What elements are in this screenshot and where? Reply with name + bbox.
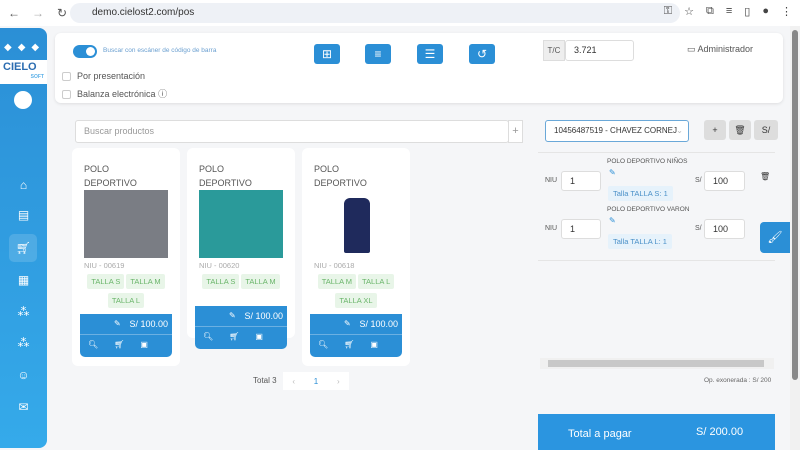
profile-icon[interactable]: ● bbox=[762, 5, 769, 18]
product-price: S/ 100.00 bbox=[244, 311, 283, 321]
size-tag[interactable]: TALLA M bbox=[241, 274, 280, 289]
price-box: ✎ S/ 100.00 🔍︎ 🛒︎ ▣ bbox=[195, 306, 287, 349]
bell-icons[interactable]: ◆◆◆ bbox=[4, 42, 45, 53]
image-icon[interactable]: ▣ bbox=[255, 332, 263, 341]
document-icon[interactable]: ▤ bbox=[0, 208, 47, 222]
refresh-button[interactable]: ↺ bbox=[469, 44, 495, 64]
variant-chip: Talla TALLA L: 1 bbox=[608, 234, 672, 249]
window-scrollbar[interactable] bbox=[790, 26, 800, 450]
product-price: S/ 100.00 bbox=[129, 319, 168, 329]
cart-add-icon[interactable]: 🛒︎ bbox=[229, 332, 239, 341]
key-icon[interactable]: ⚿ bbox=[664, 5, 672, 18]
product-search-input[interactable]: Buscar productos bbox=[75, 120, 509, 143]
search-icon[interactable]: 🔍︎ bbox=[88, 340, 98, 349]
search-icon[interactable]: 🔍︎ bbox=[203, 332, 213, 341]
cart-icon[interactable]: 🛒︎ bbox=[0, 241, 47, 255]
quantity-input[interactable]: 1 bbox=[561, 171, 601, 191]
product-code: NIU - 00619 bbox=[84, 261, 125, 270]
tc-label: T/C bbox=[543, 40, 565, 61]
image-icon[interactable]: ▣ bbox=[370, 340, 378, 349]
size-tag[interactable]: TALLA L bbox=[358, 274, 395, 289]
product-card[interactable]: POLO DEPORTIVO NIÑOS NIU - 00620 TALLA S… bbox=[187, 148, 295, 349]
cart-add-icon[interactable]: 🛒︎ bbox=[344, 340, 354, 349]
image-icon[interactable]: ▣ bbox=[140, 340, 148, 349]
id-card-icon: ▭ bbox=[687, 44, 696, 54]
list-view-button[interactable]: ≡ bbox=[365, 44, 391, 64]
product-price: S/ 100.00 bbox=[359, 319, 398, 329]
variant-chip: Talla TALLA S: 1 bbox=[608, 186, 673, 201]
horizontal-scrollbar[interactable] bbox=[540, 358, 774, 369]
edit-price-icon[interactable]: ✎ bbox=[344, 319, 351, 328]
product-card[interactable]: POLO DEPORTIVO MUJER NIU - 00619 TALLA S… bbox=[72, 148, 180, 366]
logo: CIELO SOFT bbox=[0, 60, 47, 84]
store-icon[interactable]: ⌂ bbox=[0, 178, 47, 192]
total-bar[interactable]: Total a pagar S/ 200.00 bbox=[538, 414, 775, 450]
price-box: ✎ S/ 100.00 🔍︎ 🛒︎ ▣ bbox=[80, 314, 172, 357]
size-tag[interactable]: TALLA L bbox=[107, 293, 145, 308]
browser-toolbar: ← → ↻ demo.cielost2.com/pos ⚿ ☆ ⧉ ≡ ▯ ● ⋮ bbox=[0, 0, 800, 26]
customer-select[interactable]: 10456487519 - CHAVEZ CORNEJ ⌄ bbox=[545, 120, 689, 142]
item-name: POLO DEPORTIVO NIÑOS bbox=[607, 158, 688, 165]
edit-price-icon[interactable]: ✎ bbox=[114, 319, 121, 328]
product-image bbox=[84, 190, 168, 258]
edit-icon[interactable]: ✎ bbox=[609, 168, 616, 177]
size-tag[interactable]: TALLA M bbox=[126, 274, 165, 289]
extensions-icon[interactable]: ⧉ bbox=[706, 5, 714, 18]
pagination-total: Total 3 bbox=[253, 376, 277, 385]
scanner-label: Buscar con escáner de código de barra bbox=[103, 47, 217, 54]
delete-button[interactable]: 🗑︎ bbox=[729, 120, 751, 140]
price-box: ✎ S/ 100.00 🔍︎ 🛒︎ ▣ bbox=[310, 314, 402, 357]
search-icon[interactable]: 🔍︎ bbox=[318, 340, 328, 349]
forward-icon[interactable]: → bbox=[26, 6, 50, 20]
cart-add-icon[interactable]: 🛒︎ bbox=[114, 340, 124, 349]
sidebar: ◆◆◆ CIELO SOFT ⌂ ▤ 🛒︎ ▦ ⁂ ⁂ ☺ ✉ bbox=[0, 28, 47, 448]
prev-page[interactable]: ‹ bbox=[292, 377, 295, 386]
exonerated-total: Op. exonerada : S/ 200 bbox=[704, 377, 772, 384]
currency-button[interactable]: S/ bbox=[754, 120, 778, 140]
edit-price-icon[interactable]: ✎ bbox=[229, 311, 236, 320]
product-image bbox=[199, 190, 283, 258]
mail-icon[interactable]: ✉ bbox=[0, 400, 47, 414]
address-bar[interactable]: demo.cielost2.com/pos bbox=[70, 3, 680, 23]
paint-roller-button[interactable]: 🖌︎ bbox=[760, 222, 790, 253]
boxes-icon-2[interactable]: ⁂ bbox=[0, 336, 47, 350]
star-icon[interactable]: ☆ bbox=[684, 5, 694, 18]
add-customer-button[interactable]: + bbox=[704, 120, 726, 140]
size-tag[interactable]: TALLA S bbox=[202, 274, 240, 289]
sidepanel-icon[interactable]: ▯ bbox=[744, 5, 750, 18]
back-icon[interactable]: ← bbox=[2, 6, 26, 20]
trash-icon[interactable]: 🗑︎ bbox=[760, 172, 770, 181]
product-code: NIU - 00618 bbox=[314, 261, 355, 270]
next-page[interactable]: › bbox=[337, 377, 340, 386]
user-icon[interactable]: ☺ bbox=[0, 368, 47, 382]
avatar[interactable] bbox=[14, 91, 32, 109]
product-code: NIU - 00620 bbox=[199, 261, 240, 270]
scanner-toggle[interactable] bbox=[73, 45, 97, 58]
size-tag[interactable]: TALLA M bbox=[317, 274, 357, 289]
user-menu[interactable]: ▭ Administrador bbox=[687, 44, 753, 55]
menu-icon[interactable]: ⋮ bbox=[781, 5, 792, 18]
product-card[interactable]: POLO DEPORTIVO VARON NIU - 00618 TALLA M… bbox=[302, 148, 410, 366]
exchange-rate-input[interactable]: 3.721 bbox=[565, 40, 634, 61]
by-presentation-checkbox[interactable]: Por presentación bbox=[62, 71, 145, 82]
shop-icon[interactable]: ▦ bbox=[0, 273, 47, 287]
boxes-icon[interactable]: ⁂ bbox=[0, 305, 47, 319]
page-1[interactable]: 1 bbox=[314, 377, 318, 386]
pagination: ‹ 1 › bbox=[283, 372, 349, 390]
grid-view-button[interactable]: ⊞ bbox=[314, 44, 340, 64]
quantity-input[interactable]: 1 bbox=[561, 219, 601, 239]
product-image bbox=[314, 190, 398, 258]
top-panel: Buscar con escáner de código de barra Po… bbox=[55, 33, 783, 103]
item-name: POLO DEPORTIVO VARON bbox=[607, 206, 690, 213]
size-tag[interactable]: TALLA S bbox=[87, 274, 125, 289]
edit-icon[interactable]: ✎ bbox=[609, 216, 616, 225]
add-product-button[interactable]: + bbox=[508, 120, 523, 143]
price-input[interactable]: 100 bbox=[704, 219, 745, 239]
info-icon: ⓘ bbox=[158, 89, 168, 99]
price-input[interactable]: 100 bbox=[704, 171, 745, 191]
detail-list-button[interactable]: ☰ bbox=[417, 44, 443, 64]
size-tag[interactable]: TALLA XL bbox=[335, 293, 377, 308]
media-icon[interactable]: ≡ bbox=[726, 5, 732, 18]
scale-checkbox[interactable]: Balanza electrónica ⓘ bbox=[62, 87, 167, 100]
